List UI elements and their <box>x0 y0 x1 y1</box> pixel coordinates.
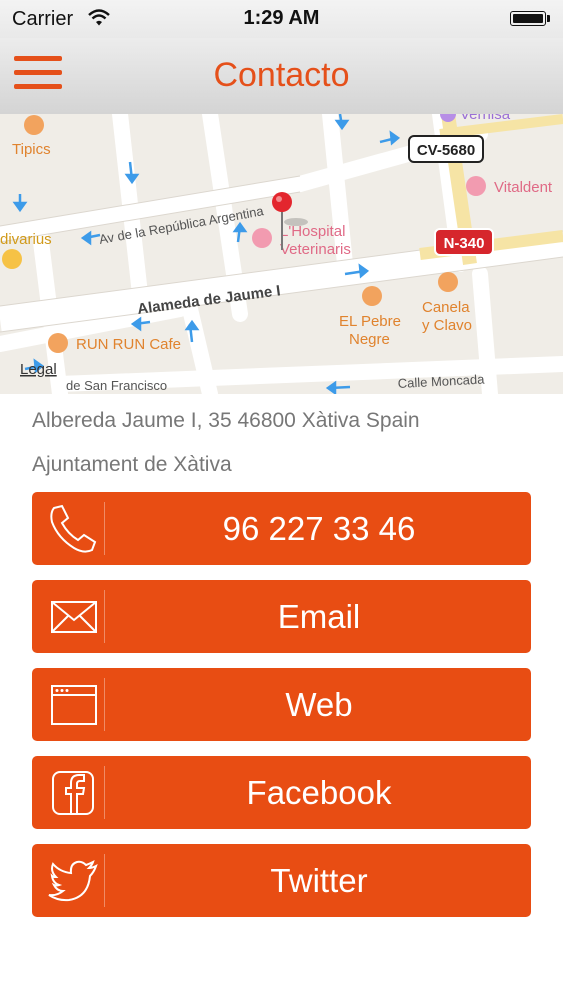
facebook-label: Facebook <box>246 774 392 811</box>
restaurant-icon <box>438 272 458 292</box>
navigation-bar: Contacto <box>0 38 563 114</box>
address-text: Albereda Jaume I, 35 46800 Xàtiva Spain <box>32 409 420 432</box>
facebook-icon <box>44 766 105 819</box>
envelope-icon <box>44 590 105 643</box>
map-view[interactable]: CV-5680 N-340 Tipics Vernisa Vitaldent d… <box>0 114 563 394</box>
map-label-pebre-line1: EL Pebre <box>339 313 401 330</box>
cafe-icon <box>48 333 68 353</box>
status-bar: Carrier 1:29 AM <box>0 0 563 38</box>
vet-icon <box>252 228 272 248</box>
map-label-tipics: Tipics <box>12 141 51 158</box>
map-label-vitaldent: Vitaldent <box>494 179 553 196</box>
map-label-canela-line1: Canela <box>422 299 470 316</box>
twitter-bird-icon <box>44 854 105 907</box>
twitter-label: Twitter <box>270 862 368 899</box>
map-label-canela-line2: y Clavo <box>422 317 472 334</box>
phone-button[interactable]: 96 227 33 46 <box>32 492 531 565</box>
web-button[interactable]: Web <box>32 668 531 741</box>
map-label-n340: N-340 <box>444 235 485 252</box>
map-legal-link[interactable]: Legal <box>20 361 57 378</box>
map-label-hospital-line1: L'Hospital <box>280 223 345 240</box>
page-title: Contacto <box>213 56 350 94</box>
map-label-divarius: divarius <box>0 231 52 248</box>
email-button[interactable]: Email <box>32 580 531 653</box>
facebook-button[interactable]: Facebook <box>32 756 531 829</box>
dental-icon <box>466 176 486 196</box>
map-label-hospital-line2: Veterinaris <box>280 241 351 258</box>
store-icon <box>2 249 22 269</box>
browser-window-icon <box>44 678 105 731</box>
restaurant-icon <box>24 115 44 135</box>
phone-icon <box>44 502 105 555</box>
email-label: Email <box>277 598 361 635</box>
twitter-button[interactable]: Twitter <box>32 844 531 917</box>
map-label-vernisa: Vernisa <box>460 114 511 123</box>
phone-number-label: 96 227 33 46 <box>222 510 416 547</box>
venue-name: Ajuntament de Xàtiva <box>32 453 232 476</box>
map-label-runrun: RUN RUN Cafe <box>76 336 181 353</box>
map-label-cv5680: CV-5680 <box>417 142 475 159</box>
restaurant-icon <box>362 286 382 306</box>
battery-icon <box>510 11 546 26</box>
map-label-san-francisco: de San Francisco <box>66 378 167 393</box>
web-label: Web <box>285 686 353 723</box>
battery-tip <box>547 15 550 22</box>
map-label-pebre-line2: Negre <box>349 331 390 348</box>
clock: 1:29 AM <box>243 7 320 29</box>
